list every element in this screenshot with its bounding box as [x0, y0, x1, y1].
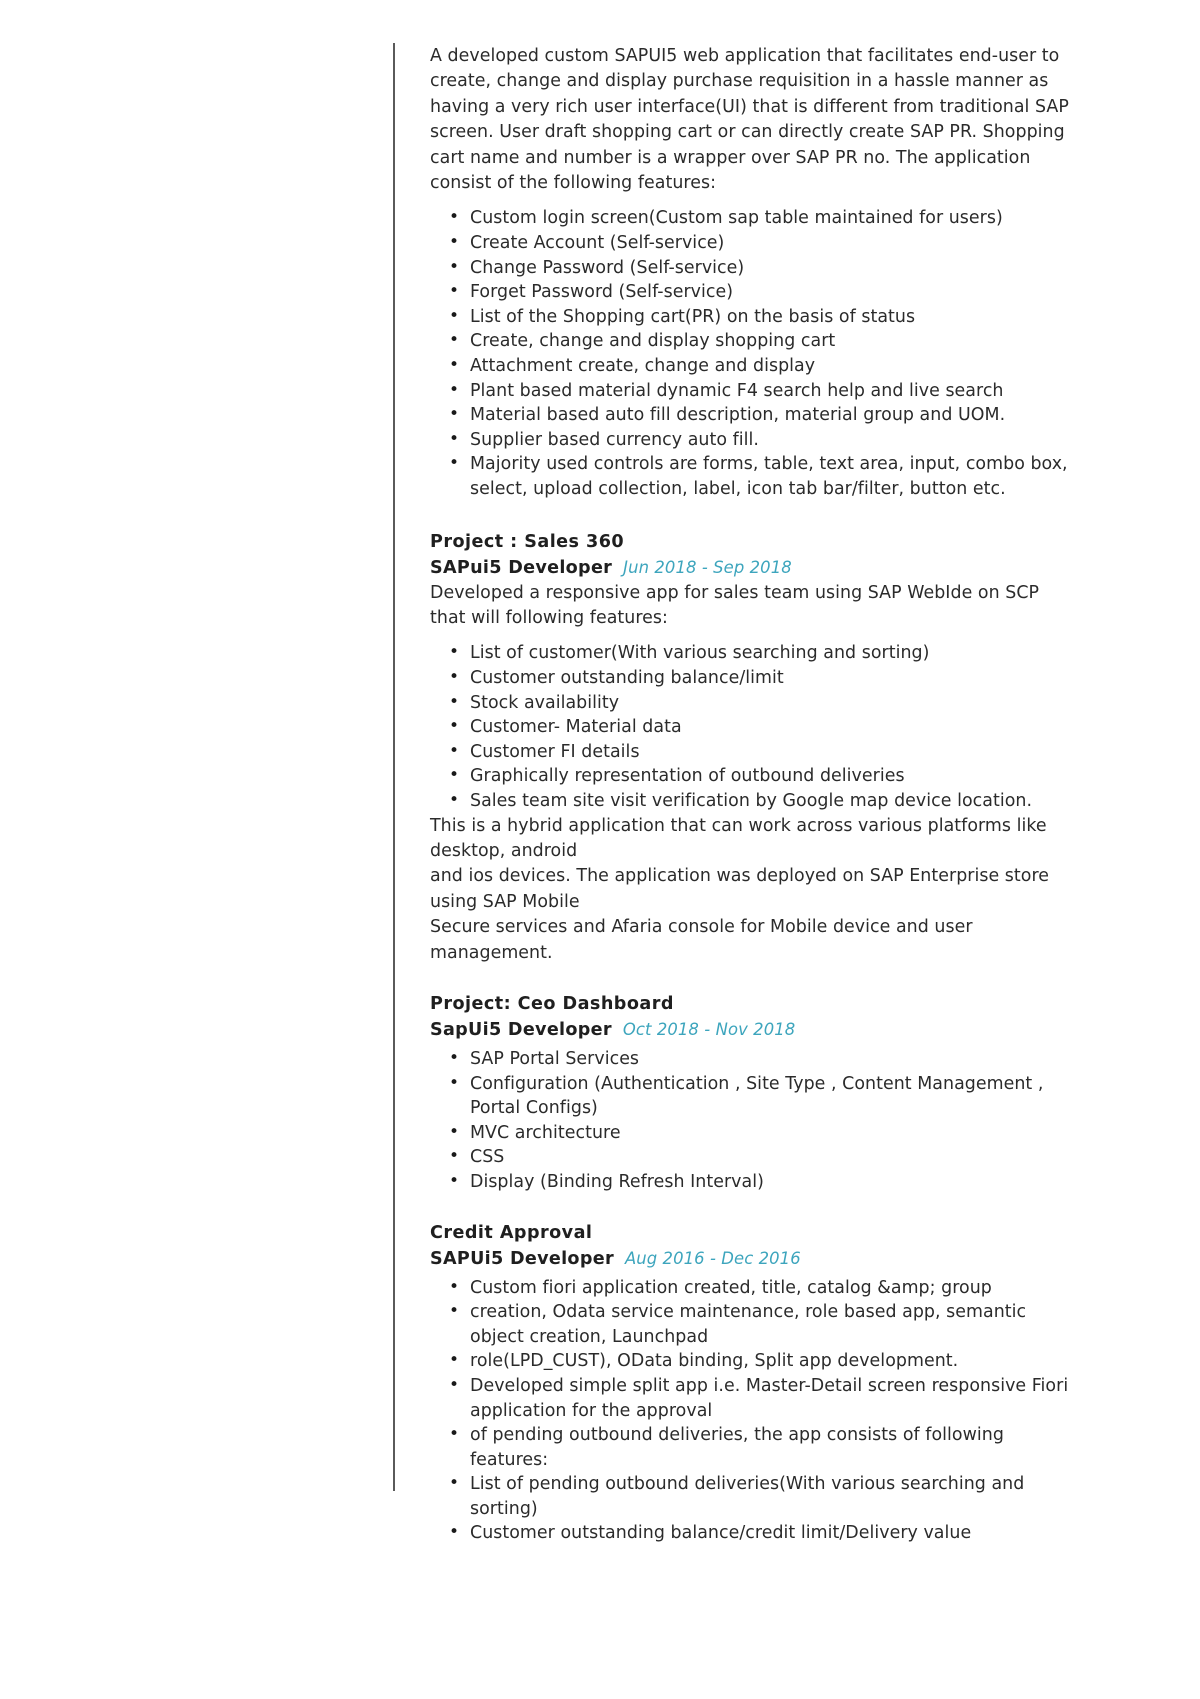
experience-content: A developed custom SAPUI5 web applicatio…	[430, 44, 1070, 1546]
list-item: List of the Shopping cart(PR) on the bas…	[449, 304, 1070, 330]
list-item: Sales team site visit verification by Go…	[449, 788, 1070, 814]
list-item: Customer FI details	[449, 739, 1070, 765]
project-dates: Jun 2018 - Sep 2018	[623, 557, 792, 577]
list-item: Configuration (Authentication , Site Typ…	[449, 1071, 1070, 1121]
list-item: Customer outstanding balance/limit	[449, 665, 1070, 691]
project-closing-paragraph: Secure services and Afaria console for M…	[430, 917, 973, 963]
project-role: SapUi5 Developer	[430, 1019, 612, 1040]
project-closing-paragraph: and ios devices. The application was dep…	[430, 866, 1050, 912]
project-title: Project: Ceo Dashboard	[430, 993, 674, 1014]
project-entry-sales-360: Project : Sales 360 SAPui5 Developer Jun …	[430, 530, 1070, 966]
list-item: creation, Odata service maintenance, rol…	[449, 1299, 1070, 1349]
list-item: Create, change and display shopping cart	[449, 328, 1070, 354]
project-entry-ceo-dashboard: Project: Ceo Dashboard SapUi5 Developer O…	[430, 992, 1070, 1195]
project-role: SAPui5 Developer	[430, 557, 613, 578]
list-item: of pending outbound deliveries, the app …	[449, 1422, 1070, 1472]
list-item: Custom fiori application created, title,…	[449, 1275, 1070, 1301]
resume-page: A developed custom SAPUI5 web applicatio…	[0, 0, 1200, 1699]
list-item: SAP Portal Services	[449, 1046, 1070, 1072]
project-role-line: SAPui5 Developer Jun 2018 - Sep 2018	[430, 555, 1070, 581]
list-item: Attachment create, change and display	[449, 353, 1070, 379]
list-item: MVC architecture	[449, 1120, 1070, 1146]
list-item: Supplier based currency auto fill.	[449, 427, 1070, 453]
project-role-line: SAPUi5 Developer Aug 2016 - Dec 2016	[430, 1246, 1070, 1272]
project-role: SAPUi5 Developer	[430, 1248, 614, 1269]
project-bullet-list: List of customer(With various searching …	[430, 640, 1070, 814]
list-item: Display (Binding Refresh Interval)	[449, 1169, 1070, 1195]
project-title: Project : Sales 360	[430, 531, 625, 552]
list-item: Majority used controls are forms, table,…	[449, 451, 1070, 501]
project-description: Developed a responsive app for sales tea…	[430, 582, 1040, 628]
project-closing-paragraph: This is a hybrid application that can wo…	[430, 815, 1047, 861]
list-item: Forget Password (Self-service)	[449, 279, 1070, 305]
intro-feature-list: Custom login screen(Custom sap table mai…	[430, 205, 1070, 501]
list-item: Material based auto fill description, ma…	[449, 402, 1070, 428]
list-item: List of pending outbound deliveries(With…	[449, 1471, 1070, 1521]
project-role-line: SapUi5 Developer Oct 2018 - Nov 2018	[430, 1017, 1070, 1043]
list-item: Developed simple split app i.e. Master-D…	[449, 1373, 1070, 1423]
project-dates: Aug 2016 - Dec 2016	[624, 1248, 801, 1268]
list-item: role(LPD_CUST), OData binding, Split app…	[449, 1348, 1070, 1374]
list-item: Create Account (Self-service)	[449, 230, 1070, 256]
list-item: List of customer(With various searching …	[449, 640, 1070, 666]
project-entry-credit-approval: Credit Approval SAPUi5 Developer Aug 2016…	[430, 1221, 1070, 1547]
list-item: Customer outstanding balance/credit limi…	[449, 1520, 1070, 1546]
project-bullet-list: SAP Portal Services Configuration (Authe…	[430, 1046, 1070, 1195]
project-dates: Oct 2018 - Nov 2018	[622, 1019, 796, 1039]
list-item: Stock availability	[449, 690, 1070, 716]
list-item: Graphically representation of outbound d…	[449, 763, 1070, 789]
intro-paragraph: A developed custom SAPUI5 web applicatio…	[430, 46, 1069, 194]
list-item: Plant based material dynamic F4 search h…	[449, 378, 1070, 404]
project-title: Credit Approval	[430, 1222, 593, 1243]
list-item: Customer- Material data	[449, 714, 1070, 740]
timeline-vertical-rule	[393, 43, 395, 1491]
project-bullet-list: Custom fiori application created, title,…	[430, 1275, 1070, 1547]
list-item: CSS	[449, 1144, 1070, 1170]
list-item: Custom login screen(Custom sap table mai…	[449, 205, 1070, 231]
list-item: Change Password (Self-service)	[449, 255, 1070, 281]
